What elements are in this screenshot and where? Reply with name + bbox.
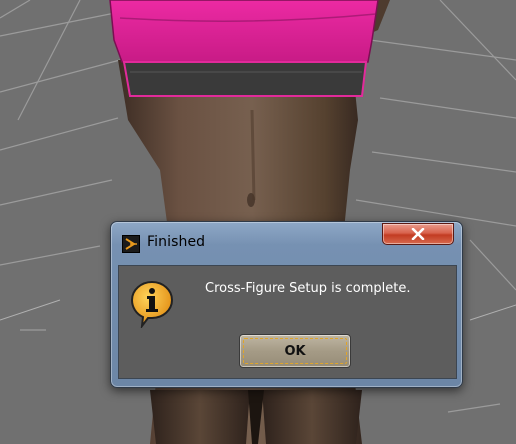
info-speech-bubble-icon — [130, 280, 174, 328]
ok-button[interactable]: OK — [239, 334, 351, 368]
close-button[interactable] — [382, 223, 454, 245]
close-x-icon — [411, 228, 425, 240]
dialog-body: Cross-Figure Setup is complete. OK — [118, 265, 457, 379]
pink-top — [109, 0, 379, 63]
top-band — [122, 61, 368, 97]
dialog-message: Cross-Figure Setup is complete. — [205, 281, 411, 296]
app-arrow-icon — [122, 235, 140, 253]
right-leg — [262, 390, 362, 444]
finished-dialog[interactable]: Finished Cross-Figure Setup is complete.… — [110, 221, 463, 388]
left-leg — [150, 390, 250, 444]
dialog-title: Finished — [147, 234, 206, 250]
dialog-titlebar[interactable]: Finished — [111, 222, 462, 258]
